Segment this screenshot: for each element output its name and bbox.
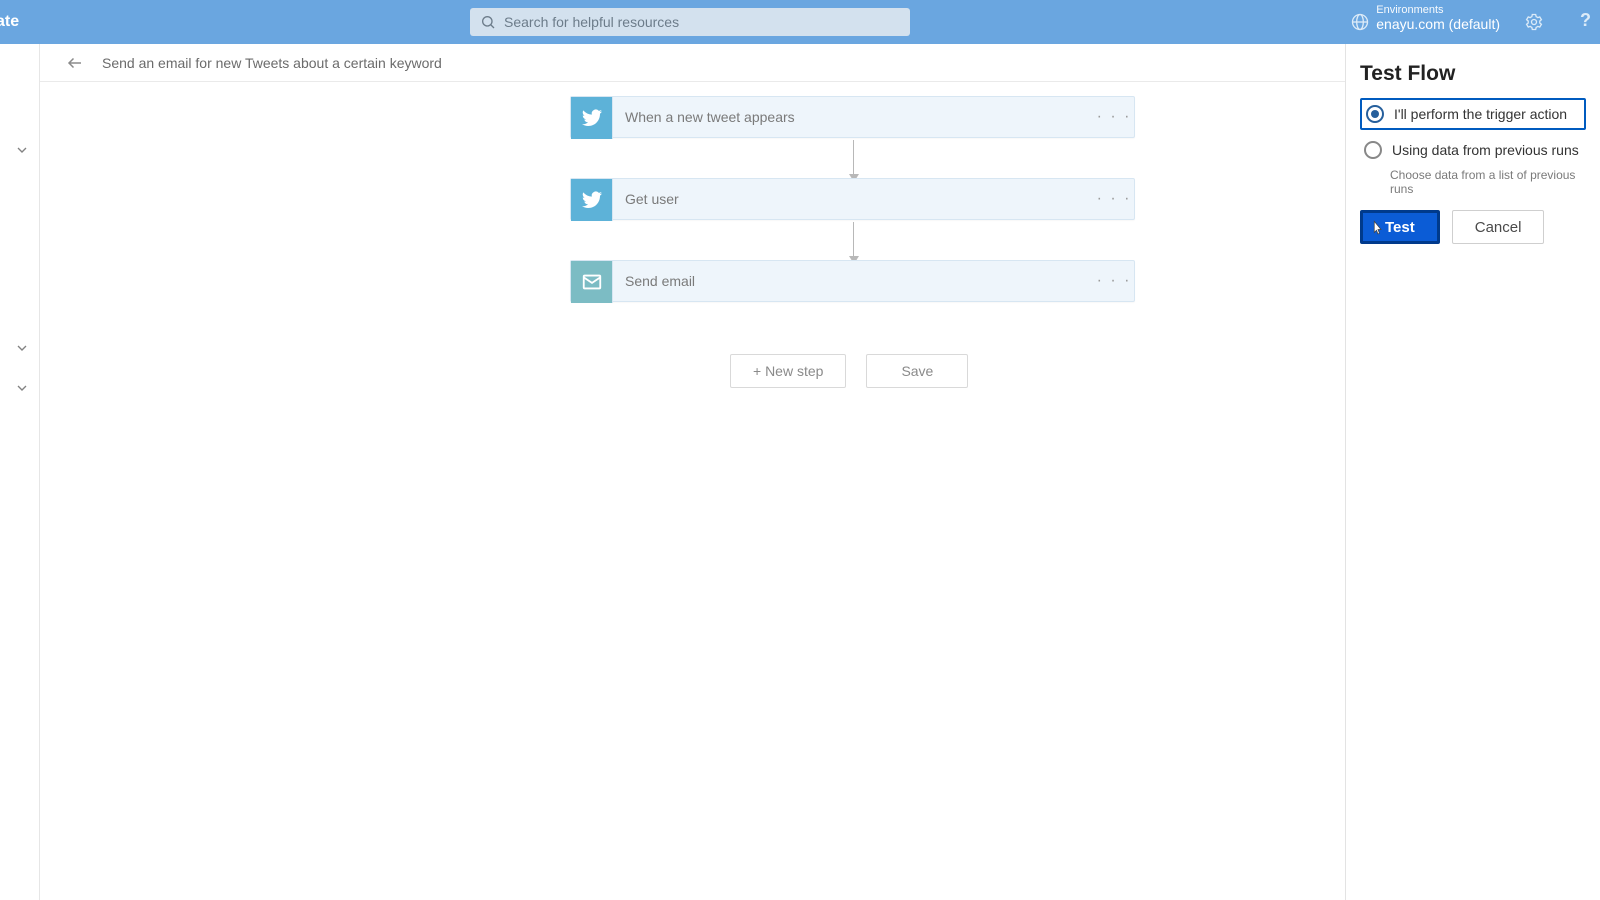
panel-title: Test Flow [1360,62,1586,86]
search-box[interactable] [470,8,910,36]
flow-arrow [853,140,854,180]
step-menu-icon[interactable]: · · · [1094,97,1134,137]
environment-value: enayu.com (default) [1376,16,1500,32]
test-option-hint: Choose data from a list of previous runs [1390,168,1586,196]
canvas-button-row: + New step Save [730,354,968,388]
app-name-fragment: ate [0,0,19,44]
test-option-manual[interactable]: I'll perform the trigger action [1360,98,1586,130]
settings-icon[interactable] [1524,12,1544,32]
flow-step-label: When a new tweet appears [613,97,1094,137]
twitter-icon [571,97,613,139]
test-button[interactable]: Test [1360,210,1440,244]
test-button-label: Test [1385,219,1415,236]
new-step-button[interactable]: + New step [730,354,846,388]
search-icon [480,14,496,30]
left-rail [0,44,40,900]
chevron-down-icon[interactable] [14,340,34,360]
test-option-label: Using data from previous runs [1392,142,1579,158]
top-bar: ate Environments enayu.com (default) ? [0,0,1600,44]
save-button[interactable]: Save [866,354,968,388]
cancel-button[interactable]: Cancel [1452,210,1545,244]
radio-selected-icon [1366,105,1384,123]
flow-name: Send an email for new Tweets about a cer… [102,55,442,71]
test-option-previous[interactable]: Using data from previous runs [1360,136,1586,164]
test-option-label: I'll perform the trigger action [1394,106,1567,122]
flow-step-action[interactable]: Get user · · · [570,178,1135,220]
panel-button-row: Test Cancel [1360,210,1586,244]
environment-label: Environments [1376,4,1500,16]
flow-step-trigger[interactable]: When a new tweet appears · · · [570,96,1135,138]
search-input[interactable] [504,14,900,30]
flow-step-action[interactable]: Send email · · · [570,260,1135,302]
chevron-down-icon[interactable] [14,142,34,162]
help-icon[interactable]: ? [1580,10,1594,34]
flow-arrow [853,222,854,262]
flow-step-label: Send email [613,261,1094,301]
step-menu-icon[interactable]: · · · [1094,179,1134,219]
test-flow-panel: Test Flow I'll perform the trigger actio… [1345,44,1600,900]
twitter-icon [571,179,613,221]
step-menu-icon[interactable]: · · · [1094,261,1134,301]
mail-icon [571,261,613,303]
back-arrow-icon[interactable] [66,54,84,72]
radio-unselected-icon [1364,141,1382,159]
environment-picker[interactable]: Environments enayu.com (default) [1376,4,1500,32]
chevron-down-icon[interactable] [14,380,34,400]
environment-icon[interactable] [1350,12,1370,32]
flow-step-label: Get user [613,179,1094,219]
